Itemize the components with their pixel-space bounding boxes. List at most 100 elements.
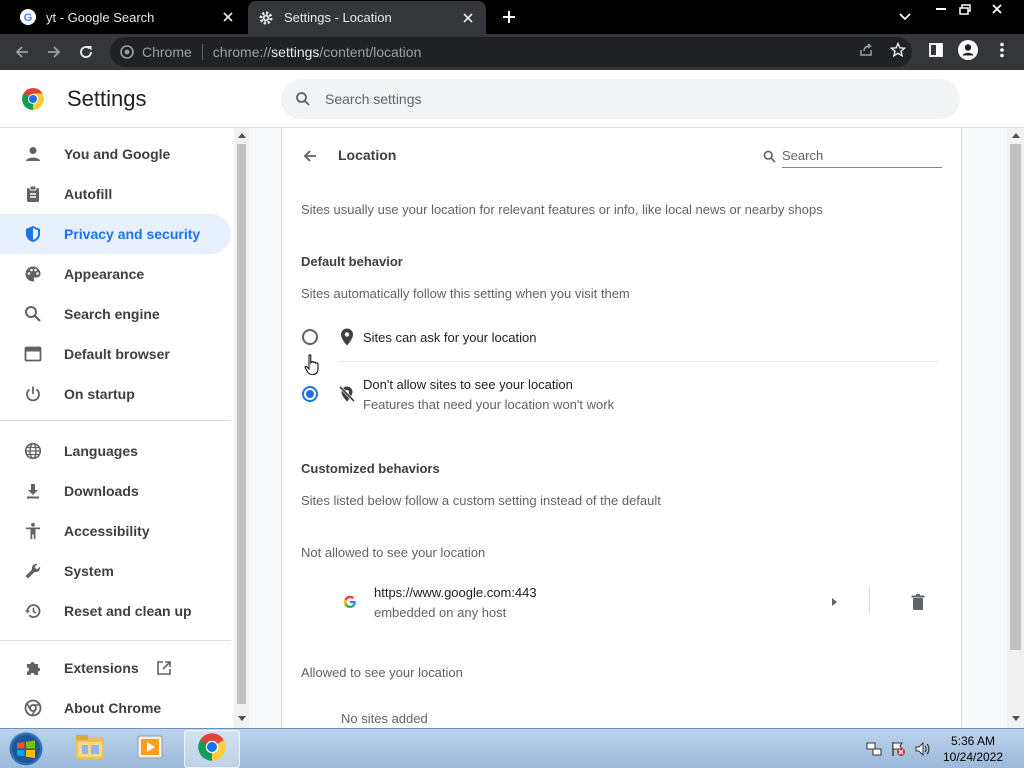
- main-scrollbar[interactable]: [1007, 128, 1024, 728]
- sidebar-item-you-and-google[interactable]: You and Google: [0, 134, 231, 174]
- google-g-icon: G: [20, 9, 36, 25]
- svg-text:G: G: [24, 12, 33, 24]
- back-arrow-icon[interactable]: [298, 144, 322, 168]
- globe-icon: [23, 441, 43, 461]
- restore-window-icon[interactable]: [950, 0, 980, 18]
- address-bar[interactable]: Chrome chrome://settings/content/locatio…: [110, 37, 912, 67]
- sidebar-scrollbar[interactable]: [234, 128, 249, 728]
- clock-time: 5:36 AM: [950, 734, 996, 748]
- person-icon: [23, 144, 43, 164]
- back-arrow-icon[interactable]: [8, 38, 36, 66]
- scroll-up-arrow-icon[interactable]: [1011, 131, 1020, 140]
- windows-taskbar: 5:36 AM 10/24/2022: [0, 728, 1024, 768]
- subpage-header: Location: [282, 128, 963, 184]
- close-window-icon[interactable]: [982, 0, 1012, 18]
- media-player-icon: [135, 733, 165, 766]
- sidebar-item-default-browser[interactable]: Default browser: [0, 334, 231, 374]
- new-tab-plus-icon[interactable]: [498, 6, 520, 28]
- location-settings-card: Location Sites usually use your location…: [281, 128, 962, 728]
- external-link-icon: [155, 659, 173, 677]
- no-sites-added-label: No sites added: [341, 711, 428, 726]
- trash-icon[interactable]: [908, 592, 928, 612]
- search-icon: [762, 149, 776, 163]
- sidebar-item-about-chrome[interactable]: About Chrome: [0, 688, 231, 728]
- hand-cursor-icon: [304, 354, 320, 376]
- browser-toolbar: Chrome chrome://settings/content/locatio…: [0, 34, 1024, 70]
- taskbar-chrome[interactable]: [184, 730, 240, 768]
- omnibox-url: chrome://settings/content/location: [212, 44, 422, 60]
- default-behavior-description: Sites automatically follow this setting …: [301, 286, 630, 301]
- tab-title: yt - Google Search: [46, 9, 155, 25]
- scroll-down-arrow-icon[interactable]: [1011, 714, 1020, 723]
- search-settings-input[interactable]: [325, 91, 925, 107]
- location-pin-icon: [338, 328, 356, 346]
- taskbar-file-explorer[interactable]: [62, 730, 118, 768]
- sidebar-item-search-engine[interactable]: Search engine: [0, 294, 231, 334]
- sidebar-item-on-startup[interactable]: On startup: [0, 374, 231, 414]
- clipboard-icon: [23, 184, 43, 204]
- profile-avatar-icon[interactable]: [958, 40, 978, 60]
- option-divider: [338, 361, 938, 362]
- volume-icon[interactable]: [914, 741, 930, 757]
- sidebar-scrollbar-thumb[interactable]: [237, 144, 246, 704]
- location-off-icon: [338, 385, 356, 403]
- sidebar-item-reset-and-clean-up[interactable]: Reset and clean up: [0, 591, 231, 631]
- sidebar-divider: [0, 420, 231, 421]
- puzzle-icon: [23, 658, 43, 678]
- kebab-menu-icon[interactable]: [992, 40, 1012, 60]
- tab-settings-location[interactable]: Settings - Location: [248, 1, 486, 34]
- chrome-logo-icon: [119, 44, 135, 60]
- sidebar-item-languages[interactable]: Languages: [0, 431, 231, 471]
- default-behavior-heading: Default behavior: [301, 254, 403, 269]
- start-button[interactable]: [4, 730, 48, 768]
- radio-sites-can-ask[interactable]: [302, 329, 318, 345]
- close-tab-icon[interactable]: [218, 7, 238, 27]
- chrome-logo-icon: [23, 698, 43, 718]
- arrow-right-icon[interactable]: [828, 594, 840, 610]
- subpage-search-input[interactable]: [782, 144, 942, 168]
- share-icon[interactable]: [856, 40, 876, 60]
- subpage-title: Location: [338, 147, 397, 163]
- option-dont-allow-label: Don't allow sites to see your location: [363, 377, 573, 392]
- site-url: https://www.google.com:443: [374, 585, 537, 600]
- google-g-icon: [343, 595, 357, 609]
- wrench-icon: [23, 561, 43, 581]
- option-sites-can-ask-label: Sites can ask for your location: [363, 330, 537, 345]
- accessibility-icon: [23, 521, 43, 541]
- network-icon[interactable]: [866, 741, 882, 757]
- reload-icon[interactable]: [72, 38, 100, 66]
- search-settings-box[interactable]: [281, 79, 960, 119]
- action-center-flag-icon[interactable]: [890, 741, 906, 757]
- radio-dont-allow[interactable]: [302, 386, 318, 402]
- side-panel-icon[interactable]: [926, 40, 946, 60]
- tab-title: Settings - Location: [284, 10, 392, 25]
- restore-icon: [23, 601, 43, 621]
- bookmark-star-icon[interactable]: [888, 40, 908, 60]
- subpage-search[interactable]: [762, 144, 942, 168]
- taskbar-media-player[interactable]: [122, 730, 178, 768]
- sidebar-item-autofill[interactable]: Autofill: [0, 174, 231, 214]
- sidebar-item-accessibility[interactable]: Accessibility: [0, 511, 231, 551]
- sidebar-item-system[interactable]: System: [0, 551, 231, 591]
- tab-google-search[interactable]: G yt - Google Search: [10, 0, 246, 34]
- close-tab-icon[interactable]: [458, 8, 478, 28]
- page-title: Settings: [67, 86, 147, 111]
- not-allowed-label: Not allowed to see your location: [301, 545, 486, 560]
- palette-icon: [23, 264, 43, 284]
- settings-header: Settings: [0, 70, 1024, 128]
- sidebar-item-privacy-and-security[interactable]: Privacy and security: [0, 214, 231, 254]
- forward-arrow-icon[interactable]: [40, 38, 68, 66]
- sidebar-item-extensions[interactable]: Extensions: [0, 648, 231, 688]
- folder-icon: [74, 733, 106, 766]
- settings-sidebar: You and Google Autofill Privacy and secu…: [0, 128, 234, 728]
- site-embedded-label: embedded on any host: [374, 605, 507, 620]
- taskbar-clock[interactable]: 5:36 AM 10/24/2022: [940, 733, 1006, 765]
- main-scrollbar-thumb[interactable]: [1010, 144, 1021, 650]
- scroll-up-arrow-icon[interactable]: [237, 131, 246, 140]
- sidebar-item-appearance[interactable]: Appearance: [0, 254, 231, 294]
- sidebar-divider: [0, 640, 231, 641]
- tab-search-chevron-icon[interactable]: [894, 7, 916, 27]
- sidebar-item-downloads[interactable]: Downloads: [0, 471, 231, 511]
- scroll-down-arrow-icon[interactable]: [237, 714, 246, 723]
- site-row-google[interactable]: https://www.google.com:443 embedded on a…: [282, 568, 963, 620]
